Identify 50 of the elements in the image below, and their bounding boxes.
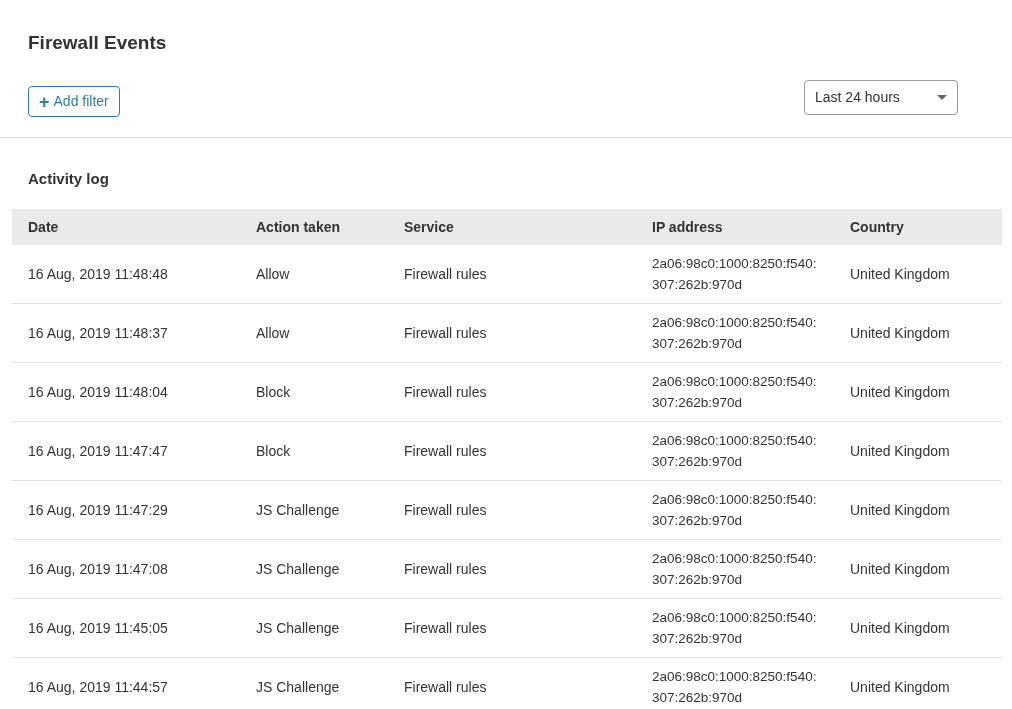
table-cell-text: Block [256, 382, 291, 402]
table-cell-text: United Kingdom [850, 559, 950, 579]
table-cell-text: 2a06:98c0:1000:8250:f540:307:262b:970d [652, 314, 818, 353]
table-cell-text: 2a06:98c0:1000:8250:f540:307:262b:970d [652, 491, 818, 530]
table-cell-text: Block [256, 441, 291, 461]
table-cell-text: Firewall rules [404, 618, 487, 638]
column-header: IP address [652, 219, 723, 235]
table-cell-text: United Kingdom [850, 618, 950, 638]
table-cell-text: 2a06:98c0:1000:8250:f540:307:262b:970d [652, 432, 818, 471]
table-cell-text: 16 Aug, 2019 11:48:04 [28, 382, 168, 402]
column-header: Country [850, 219, 904, 235]
table-cell-text: JS Challenge [256, 618, 340, 638]
table-cell-text: Allow [256, 264, 290, 284]
table-cell-text: United Kingdom [850, 500, 950, 520]
page-title: Firewall Events [28, 31, 167, 55]
table-cell-text: Firewall rules [404, 382, 487, 402]
table-cell-text: 16 Aug, 2019 11:47:47 [28, 441, 168, 461]
table-cell-text: Firewall rules [404, 441, 487, 461]
table-cell-text: 2a06:98c0:1000:8250:f540:307:262b:970d [652, 373, 818, 412]
table-cell-text: 16 Aug, 2019 11:48:37 [28, 323, 168, 343]
table-cell-text: Firewall rules [404, 323, 487, 343]
table-cell-text: 16 Aug, 2019 11:48:48 [28, 264, 168, 284]
table-cell-text: JS Challenge [256, 559, 340, 579]
column-header: Service [404, 219, 454, 235]
table-cell-text: Firewall rules [404, 264, 487, 284]
table-cell-text: 2a06:98c0:1000:8250:f540:307:262b:970d [652, 668, 818, 707]
table-cell-text: Firewall rules [404, 677, 487, 697]
table-cell-text: United Kingdom [850, 677, 950, 697]
add-filter-button[interactable]: + Add filter [28, 86, 120, 117]
table-cell-text: United Kingdom [850, 382, 950, 402]
column-header: Date [28, 219, 59, 235]
time-range-dropdown[interactable]: Last 24 hours [804, 79, 958, 115]
table-cell-text: JS Challenge [256, 677, 340, 697]
table-cell-text: 2a06:98c0:1000:8250:f540:307:262b:970d [652, 550, 818, 589]
caret-icon [937, 94, 947, 100]
table-cell-text: United Kingdom [850, 323, 950, 343]
section-title: Activity log [28, 169, 109, 189]
table-cell-text: Allow [256, 323, 290, 343]
table-cell-text: Firewall rules [404, 500, 487, 520]
column-header: Action taken [256, 219, 340, 235]
table-cell-text: United Kingdom [850, 264, 950, 284]
table-cell-text: 16 Aug, 2019 11:47:08 [28, 559, 168, 579]
table-cell-text: United Kingdom [850, 441, 950, 461]
table-cell-text: 2a06:98c0:1000:8250:f540:307:262b:970d [652, 255, 818, 294]
table-cell-text: 16 Aug, 2019 11:44:57 [28, 677, 168, 697]
table-cell-text: Firewall rules [404, 559, 487, 579]
table-cell-text: 16 Aug, 2019 11:45:05 [28, 618, 168, 638]
table-cell-text: 2a06:98c0:1000:8250:f540:307:262b:970d [652, 609, 818, 648]
table-cell-text: JS Challenge [256, 500, 340, 520]
table-cell-text: 16 Aug, 2019 11:47:29 [28, 500, 168, 520]
